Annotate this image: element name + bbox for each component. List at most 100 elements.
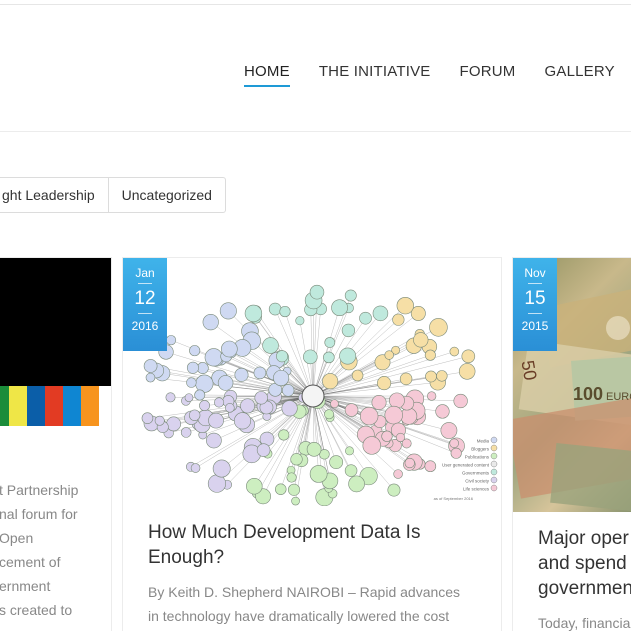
category-filters: ght Leadership Uncategorized: [0, 177, 226, 213]
main-nav: HOME THE INITIATIVE FORUM GALLERY A: [244, 63, 631, 87]
network-node: [278, 429, 290, 441]
network-node: [461, 349, 476, 364]
post-excerpt: t Partnership nal forum for Open cement of e…: [0, 478, 111, 631]
network-node: [429, 318, 448, 337]
post-card-3[interactable]: 100 EURO 50 Nov 15 2015 Major oper and sp…: [512, 257, 631, 631]
network-node: [427, 391, 437, 401]
date-month: Nov: [524, 266, 546, 280]
network-node: [145, 372, 156, 383]
network-node: [253, 366, 267, 380]
network-node: [246, 477, 263, 495]
nav-home[interactable]: HOME: [244, 63, 290, 87]
network-node: [372, 305, 389, 322]
network-node: [388, 392, 405, 409]
network-node: [362, 436, 381, 455]
network-node: [341, 323, 356, 338]
color-stripe: [9, 386, 27, 426]
color-stripes: [0, 386, 99, 426]
post-title[interactable]: Major oper and spend governmen: [538, 526, 631, 601]
color-stripe: [45, 386, 63, 426]
network-node: [329, 455, 344, 470]
network-node: [204, 348, 223, 367]
legend-label: Governments: [462, 471, 490, 476]
title-line: and spend: [538, 553, 627, 574]
post-excerpt: Today, financia: [538, 611, 631, 631]
network-node: [287, 483, 301, 496]
network-node: [295, 316, 305, 326]
excerpt-line: in technology have dramatically lowered …: [148, 608, 450, 624]
filter-uncategorized[interactable]: Uncategorized: [107, 178, 225, 212]
banknote-100-label: 100: [573, 384, 603, 404]
network-node: [440, 422, 458, 439]
network-node: [166, 416, 181, 432]
network-node: [303, 349, 318, 365]
network-node: [322, 373, 339, 390]
legend-label: Media: [477, 439, 490, 444]
legend-label: Civil society: [465, 479, 490, 484]
network-node: [401, 438, 412, 449]
excerpt-line: ernment: [0, 578, 51, 594]
network-node: [262, 337, 279, 354]
banknote-euro-label: EURO: [606, 391, 631, 403]
network-node: [279, 305, 291, 318]
network-node: [359, 311, 372, 325]
network-node: [186, 377, 197, 388]
color-stripe: [63, 386, 81, 426]
legend-label: User generated content: [442, 463, 490, 468]
network-node: [141, 412, 154, 424]
excerpt-line: By Keith D. Shepherd NAIROBI – Rapid adv…: [148, 584, 461, 600]
nav-forum[interactable]: FORUM: [460, 63, 516, 80]
network-node: [208, 412, 224, 429]
network-node: [188, 409, 201, 421]
date-year: 2015: [521, 319, 549, 333]
network-node: [281, 400, 298, 417]
post-card-1[interactable]: t Partnership nal forum for Open cement of e…: [0, 257, 112, 631]
network-hub: [301, 384, 325, 408]
network-node: [184, 393, 194, 402]
network-node: [254, 391, 268, 405]
network-node: [450, 447, 462, 459]
network-node: [425, 370, 437, 383]
network-node: [206, 432, 222, 449]
network-node: [344, 403, 359, 417]
post-thumbnail[interactable]: [0, 258, 111, 386]
network-diagram-image: Media Bloggers Publications User generated …: [141, 284, 498, 507]
network-node: [166, 335, 177, 346]
network-node: [424, 460, 437, 473]
network-node: [424, 349, 436, 361]
post-card-2[interactable]: Media Bloggers Publications User generated …: [122, 257, 502, 631]
network-node: [344, 289, 357, 302]
image-footer: as of September 2016: [434, 496, 474, 501]
network-node: [240, 398, 256, 414]
post-thumbnail[interactable]: Media Bloggers Publications User generated …: [123, 258, 501, 507]
network-node: [275, 483, 287, 495]
network-node: [309, 284, 325, 300]
network-node: [323, 351, 335, 364]
title-line: Enough?: [148, 547, 225, 568]
network-node: [207, 474, 227, 493]
network-node: [256, 443, 271, 457]
network-node: [344, 464, 358, 477]
network-node: [233, 412, 252, 430]
network-node: [393, 469, 403, 479]
network-node: [359, 406, 379, 426]
color-stripe: [0, 386, 9, 426]
date-badge: Nov 15 2015: [513, 258, 557, 351]
excerpt-line: nal forum for: [0, 506, 78, 522]
post-title[interactable]: How Much Development Data Is Enough?: [148, 520, 488, 570]
network-node: [217, 375, 234, 391]
filter-thought-leadership[interactable]: ght Leadership: [0, 178, 108, 212]
network-node: [306, 441, 322, 457]
legend-swatch: [490, 452, 498, 460]
nav-the-initiative[interactable]: THE INITIATIVE: [319, 63, 431, 80]
network-node: [309, 465, 328, 483]
network-node: [180, 427, 192, 438]
date-day: 15: [524, 288, 546, 309]
network-node: [290, 453, 303, 466]
network-node: [186, 361, 199, 374]
network-node: [324, 337, 336, 348]
date-day: 12: [134, 288, 156, 309]
date-year: 2016: [131, 319, 159, 333]
title-line: governmen: [538, 578, 631, 599]
nav-gallery[interactable]: GALLERY: [545, 63, 615, 80]
